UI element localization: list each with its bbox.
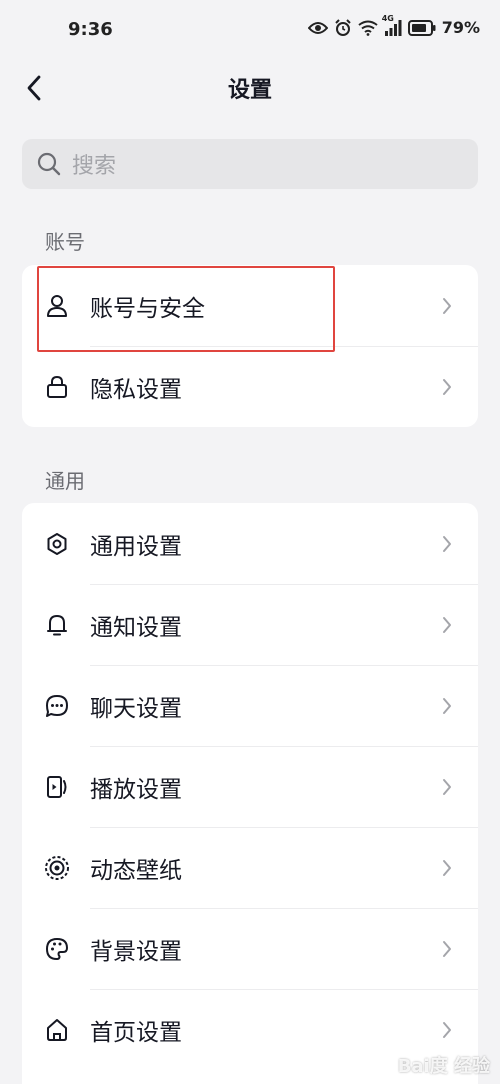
settings-item-label: 播放设置: [90, 776, 182, 803]
chevron-right-icon: [440, 534, 454, 554]
live-wallpaper-icon: [44, 855, 70, 881]
settings-item-label: 动态壁纸: [90, 857, 182, 884]
chevron-right-icon: [440, 939, 454, 959]
chevron-right-icon: [440, 858, 454, 878]
header: 设置: [0, 62, 500, 114]
settings-item-label: 通知设置: [90, 614, 182, 641]
settings-item-label: 隐私设置: [90, 376, 182, 403]
status-icons: 4G 79%: [307, 14, 480, 37]
section-label-general: 通用: [45, 469, 85, 493]
settings-item-label: 账号与安全: [90, 295, 205, 322]
account-card: 账号与安全 隐私设置: [22, 265, 478, 427]
home-icon: [44, 1017, 70, 1043]
battery-icon: [407, 19, 436, 36]
settings-item-label: 聊天设置: [90, 695, 182, 722]
settings-item-label: 背景设置: [90, 938, 182, 965]
lock-icon: [44, 374, 70, 400]
signal-icon: 4G: [382, 14, 402, 36]
chevron-right-icon: [440, 615, 454, 635]
network-type-label: 4G: [381, 13, 394, 23]
status-time: 9:36: [68, 19, 113, 40]
palette-icon: [44, 936, 70, 962]
search-placeholder: 搜索: [72, 154, 117, 179]
settings-item-label: 通用设置: [90, 533, 182, 560]
settings-item-background[interactable]: 背景设置: [22, 908, 478, 989]
page-title: 设置: [227, 78, 272, 103]
user-icon: [44, 293, 70, 319]
chevron-right-icon: [440, 296, 454, 316]
eye-icon: [307, 21, 328, 35]
settings-item-general[interactable]: 通用设置: [22, 503, 478, 584]
play-device-icon: [44, 774, 70, 800]
chevron-right-icon: [440, 696, 454, 716]
settings-item-label: 首页设置: [90, 1019, 182, 1046]
settings-item-account-security[interactable]: 账号与安全: [22, 265, 478, 346]
watermark: Bai度 经验: [397, 1056, 490, 1077]
alarm-icon: [334, 18, 352, 37]
general-card: 通用设置 通知设置 聊天设置 播放设置 动态壁纸 背景设置 首页设置: [22, 503, 478, 1084]
settings-item-notification[interactable]: 通知设置: [22, 584, 478, 665]
chat-bubble-icon: [44, 693, 70, 719]
search-icon: [36, 151, 62, 177]
section-label-account: 账号: [45, 230, 85, 254]
chevron-right-icon: [440, 377, 454, 397]
gear-icon: [44, 531, 70, 557]
battery-percent: 79%: [441, 18, 480, 37]
settings-item-privacy[interactable]: 隐私设置: [22, 346, 478, 427]
settings-item-chat[interactable]: 聊天设置: [22, 665, 478, 746]
search-input[interactable]: 搜索: [22, 139, 478, 189]
status-bar: 9:36 4G 79%: [0, 0, 500, 62]
wifi-icon: [358, 20, 378, 36]
chevron-right-icon: [440, 1020, 454, 1040]
settings-item-live-wallpaper[interactable]: 动态壁纸: [22, 827, 478, 908]
settings-item-playback[interactable]: 播放设置: [22, 746, 478, 827]
chevron-right-icon: [440, 777, 454, 797]
bell-icon: [44, 612, 70, 638]
